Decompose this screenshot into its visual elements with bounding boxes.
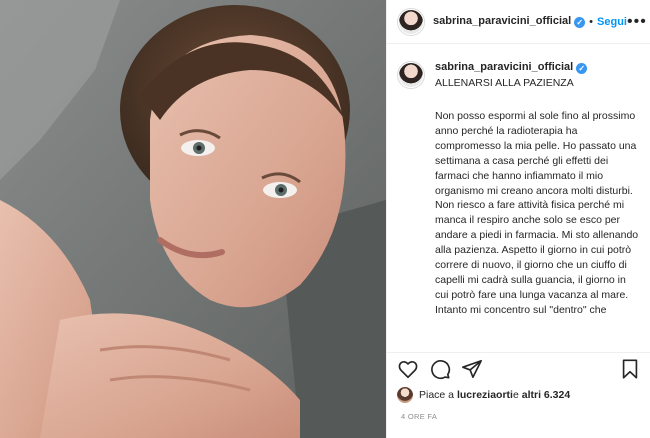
bookmark-icon[interactable]	[619, 358, 641, 380]
caption-text: Non posso espormi al sole fino al prossi…	[435, 110, 639, 316]
caption-avatar[interactable]	[397, 61, 425, 89]
caption-body: sabrina_paravicini_official ✓ ALLENARSI A…	[435, 61, 640, 318]
liker-avatar[interactable]	[397, 387, 413, 403]
likes-prefix: Piace a	[419, 389, 455, 401]
share-icon[interactable]	[461, 358, 483, 380]
portrait-image	[0, 0, 386, 438]
verified-badge-icon: ✓	[574, 17, 586, 28]
header-username-text[interactable]: sabrina_paravicini_official	[433, 15, 571, 27]
likes-middle: e	[512, 389, 519, 401]
caption-verified-badge-icon: ✓	[576, 63, 588, 74]
caption-title: ALLENARSI ALLA PAZIENZA	[435, 77, 574, 89]
header-separator: •	[589, 15, 594, 28]
action-bar	[387, 352, 650, 384]
post-header: sabrina_paravicini_official ✓ • Segui •••	[387, 0, 650, 44]
post-side-panel: sabrina_paravicini_official ✓ • Segui •••…	[386, 0, 650, 438]
caption-row: sabrina_paravicini_official ✓ ALLENARSI A…	[397, 61, 641, 318]
likes-line: Piace a lucreziaorti e altri 6.324	[397, 387, 570, 403]
more-options-icon[interactable]: •••	[627, 13, 647, 30]
caption-username-text[interactable]: sabrina_paravicini_official	[435, 61, 573, 73]
caption-username[interactable]: sabrina_paravicini_official ✓	[435, 61, 640, 74]
caption-area: sabrina_paravicini_official ✓ ALLENARSI A…	[387, 45, 650, 345]
liker-username[interactable]: lucreziaorti	[457, 389, 513, 401]
avatar[interactable]	[397, 7, 425, 36]
heart-icon[interactable]	[397, 358, 419, 380]
likes-count[interactable]: altri 6.324	[522, 389, 570, 401]
follow-button[interactable]: Segui	[597, 16, 627, 28]
comment-icon[interactable]	[429, 358, 451, 380]
post-timestamp[interactable]: 4 ORE FA	[401, 412, 437, 421]
header-username[interactable]: sabrina_paravicini_official ✓	[433, 15, 586, 28]
post-photo[interactable]	[0, 0, 386, 438]
